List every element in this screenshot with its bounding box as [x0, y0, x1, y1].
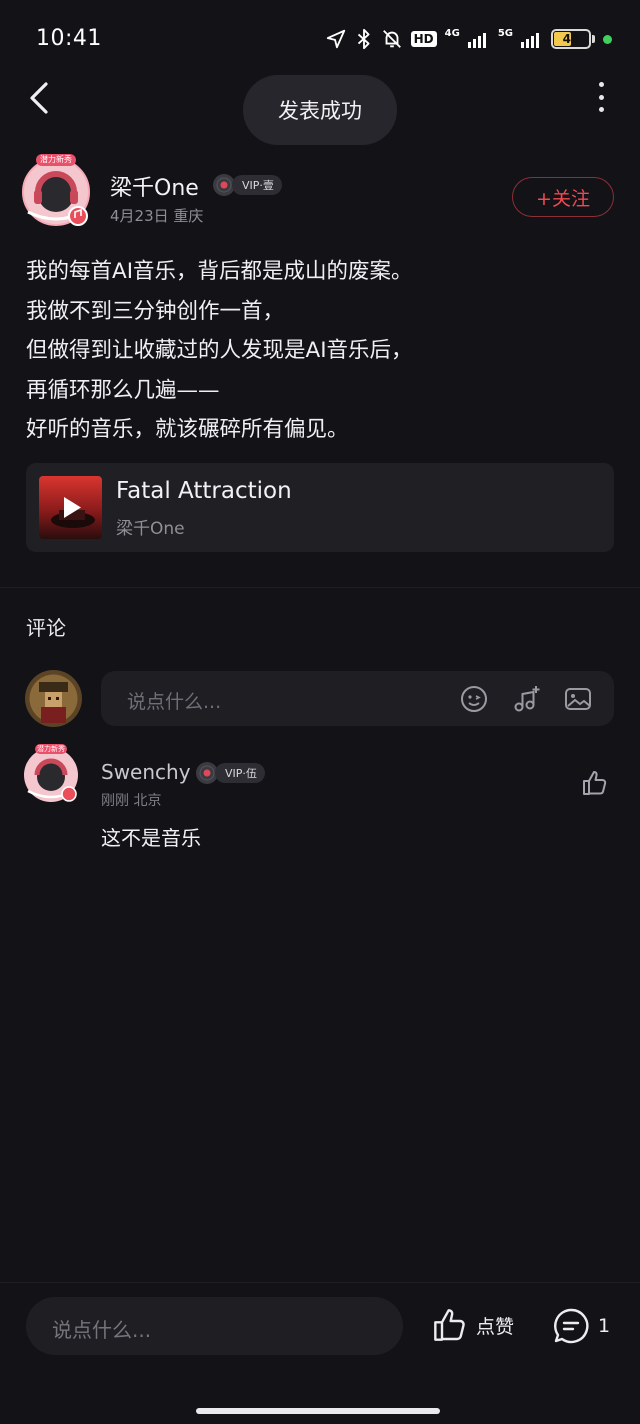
signal-icon — [467, 33, 486, 48]
status-time: 10:41 — [36, 26, 102, 51]
chevron-left-icon — [30, 82, 48, 114]
emoji-icon[interactable] — [459, 684, 489, 714]
comment-input-placeholder: 说点什么... — [127, 691, 222, 713]
song-title: Fatal Attraction — [116, 478, 292, 504]
post-line: 我做不到三分钟创作一首， — [26, 298, 285, 324]
comments-button[interactable]: 1 — [552, 1307, 610, 1345]
bluetooth-icon — [357, 28, 370, 50]
comment-input[interactable]: 说点什么... — [101, 671, 614, 726]
bottom-comment-input[interactable]: 说点什么... — [26, 1297, 403, 1355]
more-dot — [598, 107, 604, 112]
comment-bubble-icon — [554, 1308, 589, 1344]
battery-percent: 48 — [562, 32, 580, 46]
play-icon — [64, 497, 81, 518]
hd-badge: HD — [410, 31, 437, 47]
post-line: 但做得到让收藏过的人发现是AI音乐后， — [26, 338, 413, 363]
post-detail-screen: 10:41 HD 4G 5G 48 发表成功 潜力新秀 梁千One VIP·壹 … — [0, 0, 640, 1424]
bell-off-icon — [382, 30, 401, 48]
song-card[interactable]: Fatal Attraction 梁千One — [26, 463, 614, 552]
battery-tip — [592, 35, 595, 43]
avatar-image — [25, 670, 82, 727]
vip-level-label: VIP·壹 — [232, 175, 282, 195]
home-indicator[interactable] — [196, 1408, 440, 1414]
vip-level-label: VIP·伍 — [215, 763, 265, 783]
bottom-action-bar: 说点什么... 点赞 1 — [0, 1282, 640, 1398]
signal-icon — [521, 33, 539, 48]
comment-text: 这不是音乐 — [101, 826, 201, 850]
song-artist: 梁千One — [116, 519, 185, 539]
commenter-vip-badge: VIP·伍 — [195, 761, 265, 785]
status-icons: HD 4G 5G 48 — [325, 26, 612, 52]
commenter-avatar[interactable]: 潜力新秀 — [22, 744, 80, 802]
author-vip-badge: VIP·壹 — [212, 173, 282, 197]
battery-icon: 48 — [551, 29, 595, 49]
post-meta: 4月23日 重庆 — [110, 207, 204, 225]
more-dot — [598, 94, 604, 100]
location-icon — [326, 29, 345, 49]
song-cover[interactable] — [39, 476, 102, 539]
add-music-icon[interactable] — [511, 684, 541, 714]
image-icon[interactable] — [563, 684, 593, 714]
network-5g-label: 5G — [497, 28, 513, 39]
avatar-badge-text: 潜力新秀 — [37, 745, 65, 753]
thumbs-up-icon[interactable] — [580, 768, 610, 798]
like-label: 点赞 — [476, 1315, 515, 1338]
follow-button[interactable]: +关注 — [512, 177, 614, 217]
post-content: 我的每首AI音乐，背后都是成山的废案。 我做不到三分钟创作一首， 但做得到让收藏… — [26, 252, 616, 450]
avatar-badge-text: 潜力新秀 — [40, 155, 72, 164]
privacy-indicator-dot — [603, 34, 612, 44]
my-avatar[interactable] — [25, 670, 82, 727]
battery: 48 — [551, 29, 591, 49]
post-line: 好听的音乐，就该碾碎所有偏见。 — [26, 417, 349, 442]
thumbs-up-icon — [434, 1309, 465, 1341]
comments-title: 评论 — [26, 616, 66, 640]
bottom-input-placeholder: 说点什么... — [52, 1318, 152, 1342]
status-bar: 10:41 HD 4G 5G 48 — [0, 0, 640, 76]
back-button[interactable] — [22, 78, 58, 118]
post-line: 我的每首AI音乐，背后都是成山的废案。 — [26, 259, 413, 284]
more-options-button[interactable] — [586, 80, 616, 114]
author-avatar[interactable]: 潜力新秀 — [20, 154, 92, 226]
author-name[interactable]: 梁千One — [110, 170, 199, 202]
more-dot — [598, 82, 604, 87]
like-button[interactable]: 点赞 — [430, 1305, 514, 1345]
publish-success-toast: 发表成功 — [243, 75, 397, 145]
comment-count: 1 — [598, 1315, 611, 1337]
post-line: 再循环那么几遍—— — [26, 377, 220, 403]
network-4g-label: 4G — [444, 28, 460, 39]
section-divider — [0, 587, 640, 588]
comment-meta: 刚刚 北京 — [101, 793, 162, 809]
commenter-name[interactable]: Swenchy — [101, 760, 191, 784]
